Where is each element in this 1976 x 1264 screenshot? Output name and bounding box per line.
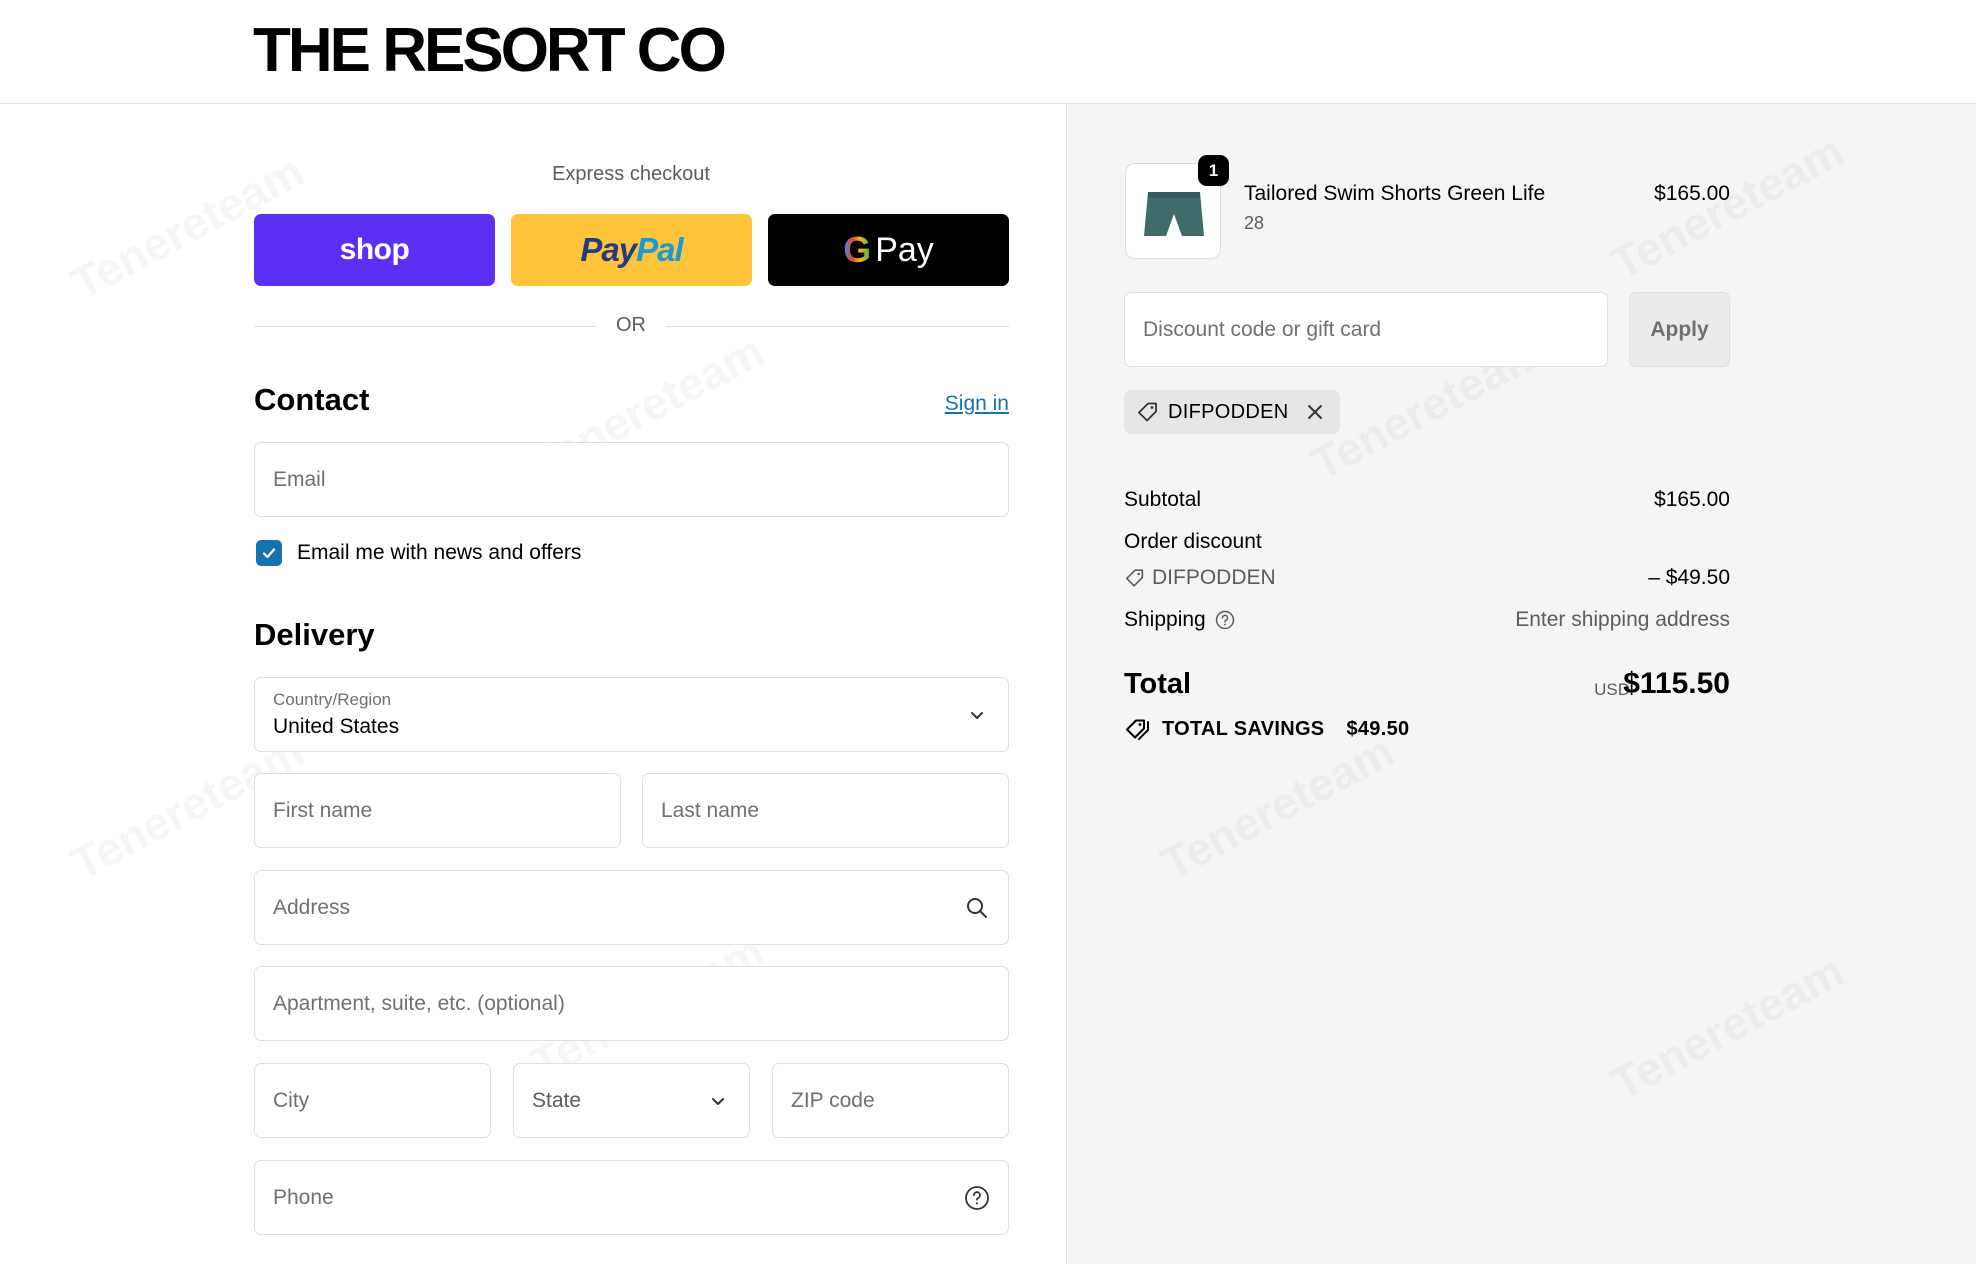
apartment-field[interactable]: Apartment, suite, etc. (optional) (254, 966, 1009, 1041)
help-circle-icon[interactable] (1214, 609, 1236, 631)
applied-discount-chip: DIFPODDEN (1124, 390, 1341, 434)
discount-value: – $49.50 (1648, 566, 1730, 589)
country-select-label: Country/Region (273, 690, 392, 709)
contact-heading: Contact (254, 382, 370, 417)
total-label: Total (1124, 668, 1192, 700)
last-name-placeholder: Last name (661, 798, 760, 822)
shop-pay-label: shop (339, 233, 410, 266)
newsletter-checkbox[interactable] (256, 540, 282, 566)
help-circle-icon[interactable] (964, 1185, 990, 1211)
apartment-placeholder: Apartment, suite, etc. (optional) (273, 991, 565, 1015)
zip-code-placeholder: ZIP code (791, 1088, 875, 1112)
delivery-heading: Delivery (254, 617, 375, 652)
zip-code-field[interactable]: ZIP code (772, 1063, 1009, 1138)
country-select-value: United States (273, 715, 400, 738)
city-field[interactable]: City (254, 1063, 491, 1138)
phone-field[interactable]: Phone (254, 1160, 1009, 1235)
subtotal-row: Subtotal $165.00 (1124, 488, 1730, 512)
discount-code-row: DIFPODDEN – $49.50 (1124, 566, 1730, 595)
paypal-label-part2: Pal (636, 231, 684, 268)
order-discount-row: Order discount (1124, 530, 1730, 554)
newsletter-label[interactable]: Email me with news and offers (297, 541, 581, 565)
discount-code-label: DIFPODDEN (1152, 566, 1276, 589)
google-pay-label: Pay (875, 230, 934, 269)
shipping-row: Shipping Enter shipping address (1124, 608, 1730, 632)
total-savings-row: TOTAL SAVINGS $49.50 (1124, 716, 1409, 742)
discount-code-input[interactable]: Discount code or gift card (1124, 292, 1608, 367)
paypal-label-part1: Pay (580, 231, 637, 268)
total-savings-label: TOTAL SAVINGS (1162, 717, 1325, 740)
last-name-field[interactable]: Last name (642, 773, 1009, 848)
tag-icon (1125, 569, 1144, 587)
divider-left (254, 326, 596, 327)
state-select[interactable]: State (513, 1063, 750, 1138)
total-savings-value: $49.50 (1346, 717, 1410, 740)
state-placeholder: State (532, 1088, 582, 1112)
city-placeholder: City (273, 1088, 310, 1112)
quantity-badge: 1 (1198, 155, 1229, 186)
checkmark-icon (262, 548, 276, 559)
subtotal-value: $165.00 (1654, 488, 1730, 511)
tag-icon (1138, 402, 1157, 422)
or-divider-label: OR (616, 314, 646, 336)
applied-discount-code: DIFPODDEN (1168, 400, 1289, 423)
paypal-button[interactable]: Pay Pal (511, 214, 752, 286)
address-placeholder: Address (273, 895, 351, 919)
first-name-placeholder: First name (273, 798, 373, 822)
phone-placeholder: Phone (273, 1185, 334, 1209)
address-field[interactable]: Address (254, 870, 1009, 945)
shipping-value: Enter shipping address (1515, 608, 1730, 631)
search-icon[interactable] (964, 895, 990, 921)
first-name-field[interactable]: First name (254, 773, 621, 848)
product-price: $165.00 (1654, 182, 1730, 205)
google-pay-button[interactable]: G Pay (768, 214, 1009, 286)
product-name: Tailored Swim Shorts Green Life (1244, 182, 1546, 205)
express-checkout-label: Express checkout (552, 163, 710, 185)
google-g-icon: G (843, 229, 872, 270)
order-summary-panel (1066, 104, 1976, 1264)
product-variant: 28 (1244, 213, 1265, 233)
remove-discount-close-icon[interactable] (1304, 401, 1326, 423)
shipping-label: Shipping (1124, 608, 1206, 631)
email-placeholder: Email (273, 467, 326, 491)
subtotal-label: Subtotal (1124, 488, 1202, 511)
site-header: THE RESORT CO (0, 0, 1976, 104)
discount-code-placeholder: Discount code or gift card (1143, 317, 1382, 341)
country-select[interactable]: Country/Region United States (254, 677, 1009, 752)
chevron-down-icon (705, 1088, 731, 1114)
total-amount: $115.50 (1623, 667, 1730, 700)
shop-pay-button[interactable]: shop (254, 214, 495, 286)
divider-right (666, 326, 1009, 327)
apply-discount-button[interactable]: Apply (1629, 292, 1730, 367)
savings-tag-icon (1126, 719, 1149, 740)
email-field[interactable]: Email (254, 442, 1009, 517)
order-discount-label: Order discount (1124, 530, 1262, 553)
brand-logo[interactable]: THE RESORT CO (253, 18, 727, 84)
chevron-down-icon (964, 702, 990, 728)
sign-in-link[interactable]: Sign in (945, 392, 1009, 416)
